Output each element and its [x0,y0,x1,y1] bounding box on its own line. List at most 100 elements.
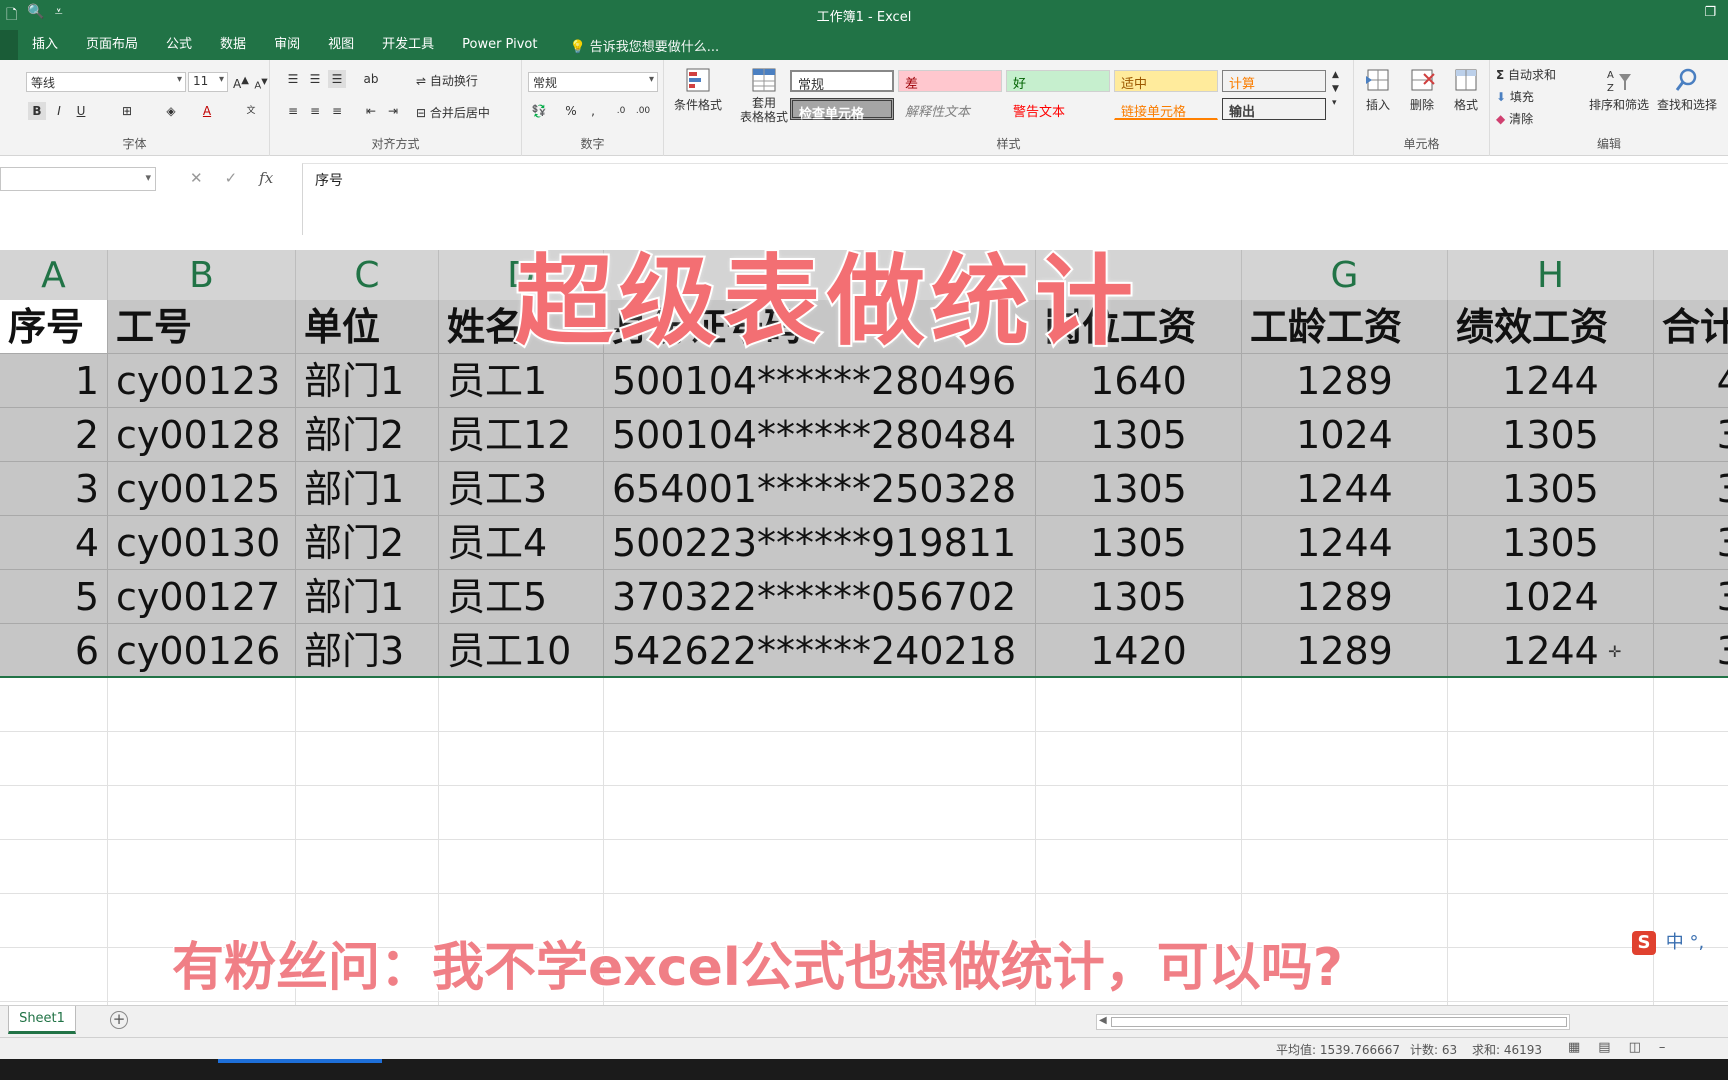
cell-i8[interactable] [1654,678,1728,732]
style-good[interactable]: 好 [1006,70,1110,92]
cell-a7[interactable]: 6 [0,624,108,678]
cell-h6[interactable]: 1024 [1448,570,1654,624]
autosum-button[interactable]: Σ 自动求和 [1496,66,1556,83]
fill-color-icon[interactable]: ◈ [162,102,180,120]
cell-a8[interactable] [0,678,108,732]
cell-b5[interactable]: cy00130 [108,516,296,570]
cell-f5[interactable]: 1305 [1036,516,1242,570]
insert-function-icon[interactable]: fx [259,169,273,187]
align-bottom-icon[interactable]: ☰ [328,70,346,88]
cell-g11[interactable] [1242,840,1448,894]
scroll-thumb[interactable] [1111,1017,1567,1027]
cell-i10[interactable] [1654,786,1728,840]
cell-c7[interactable]: 部门3 [296,624,439,678]
tell-me-box[interactable]: 💡 告诉我您想要做什么... [551,36,719,55]
cell-f8[interactable] [1036,678,1242,732]
column-header-h[interactable]: H [1448,250,1654,302]
cell-g3[interactable]: 1024 [1242,408,1448,462]
cell-b7[interactable]: cy00126 [108,624,296,678]
cell-c3[interactable]: 部门2 [296,408,439,462]
border-icon[interactable]: ⊞ [118,102,136,120]
ime-indicator[interactable]: S 中 °, [1632,928,1704,955]
cell-e10[interactable] [604,786,1036,840]
cell-c6[interactable]: 部门1 [296,570,439,624]
restore-window-icon[interactable]: ❐ [1704,5,1716,20]
font-size-select[interactable]: 11 [188,72,228,92]
delete-cells-button[interactable]: 删除 [1402,66,1442,113]
cell-c11[interactable] [296,840,439,894]
percent-icon[interactable]: % [562,102,580,120]
cell-c9[interactable] [296,732,439,786]
find-select-button[interactable]: 查找和选择 [1654,66,1720,113]
increase-decimal-icon[interactable]: .0 [612,102,630,120]
style-calc[interactable]: 计算 [1222,70,1326,92]
style-output[interactable]: 输出 [1222,98,1326,120]
cancel-icon[interactable]: ✕ [190,169,203,187]
cell-g7[interactable]: 1289 [1242,624,1448,678]
cell-d8[interactable] [439,678,604,732]
decrease-indent-icon[interactable]: ⇤ [362,102,380,120]
increase-indent-icon[interactable]: ⇥ [384,102,402,120]
style-warning[interactable]: 警告文本 [1006,98,1110,120]
cell-f10[interactable] [1036,786,1242,840]
cell-e4[interactable]: 654001******250328 [604,462,1036,516]
cell-c5[interactable]: 部门2 [296,516,439,570]
cell-b10[interactable] [108,786,296,840]
cell-g2[interactable]: 1289 [1242,354,1448,408]
cell-a11[interactable] [0,840,108,894]
tab-power-pivot[interactable]: Power Pivot [448,30,551,60]
sheet-tab-sheet1[interactable]: Sheet1 [8,1006,76,1034]
cell-b2[interactable]: cy00123 [108,354,296,408]
cell-b6[interactable]: cy00127 [108,570,296,624]
style-check[interactable]: 检查单元格 [790,98,894,122]
cell-i13[interactable] [1654,948,1728,1002]
orientation-icon[interactable]: ab [362,70,380,88]
cell-h1[interactable]: 绩效工资 [1448,300,1654,354]
decrease-decimal-icon[interactable]: .00 [634,102,652,120]
cell-g6[interactable]: 1289 [1242,570,1448,624]
accounting-icon[interactable]: 💱 [530,102,548,120]
cell-a12[interactable] [0,894,108,948]
tab-insert[interactable]: 插入 [18,30,72,60]
cell-g9[interactable] [1242,732,1448,786]
align-center-icon[interactable]: ≡ [306,102,324,120]
cell-d7[interactable]: 员工10 [439,624,604,678]
wrap-text-button[interactable]: ⇌ 自动换行 [416,72,478,89]
tab-formulas[interactable]: 公式 [152,30,206,60]
cell-b11[interactable] [108,840,296,894]
page-layout-view-icon[interactable]: ▤ [1598,1040,1610,1055]
fill-button[interactable]: ⬇ 填充 [1496,88,1534,105]
cell-c10[interactable] [296,786,439,840]
cell-i9[interactable] [1654,732,1728,786]
tab-home-partial[interactable] [0,30,18,60]
column-header-c[interactable]: C [296,250,439,302]
cell-b3[interactable]: cy00128 [108,408,296,462]
cell-a3[interactable]: 2 [0,408,108,462]
cell-h8[interactable] [1448,678,1654,732]
cell-a13[interactable] [0,948,108,1002]
style-bad[interactable]: 差 [898,70,1002,92]
styles-scroll-icon[interactable]: ▲ ▼ ▾ [1332,68,1339,110]
cell-c8[interactable] [296,678,439,732]
cell-d5[interactable]: 员工4 [439,516,604,570]
cell-b4[interactable]: cy00125 [108,462,296,516]
cell-d6[interactable]: 员工5 [439,570,604,624]
cell-g8[interactable] [1242,678,1448,732]
font-color-icon[interactable]: A [198,102,216,120]
align-middle-icon[interactable]: ☰ [306,70,324,88]
tab-page-layout[interactable]: 页面布局 [72,30,152,60]
cell-i11[interactable] [1654,840,1728,894]
comma-icon[interactable]: , [584,102,602,120]
cell-i4[interactable]: 38 [1654,462,1728,516]
cell-e8[interactable] [604,678,1036,732]
cell-i6[interactable]: 36 [1654,570,1728,624]
align-right-icon[interactable]: ≡ [328,102,346,120]
cell-a9[interactable] [0,732,108,786]
column-header-b[interactable]: B [108,250,296,302]
add-sheet-icon[interactable]: + [110,1011,128,1029]
cell-f6[interactable]: 1305 [1036,570,1242,624]
cell-e7[interactable]: 542622******240218 [604,624,1036,678]
cell-h7[interactable]: 1244 [1448,624,1654,678]
cell-b1[interactable]: 工号 [108,300,296,354]
style-neutral[interactable]: 适中 [1114,70,1218,92]
